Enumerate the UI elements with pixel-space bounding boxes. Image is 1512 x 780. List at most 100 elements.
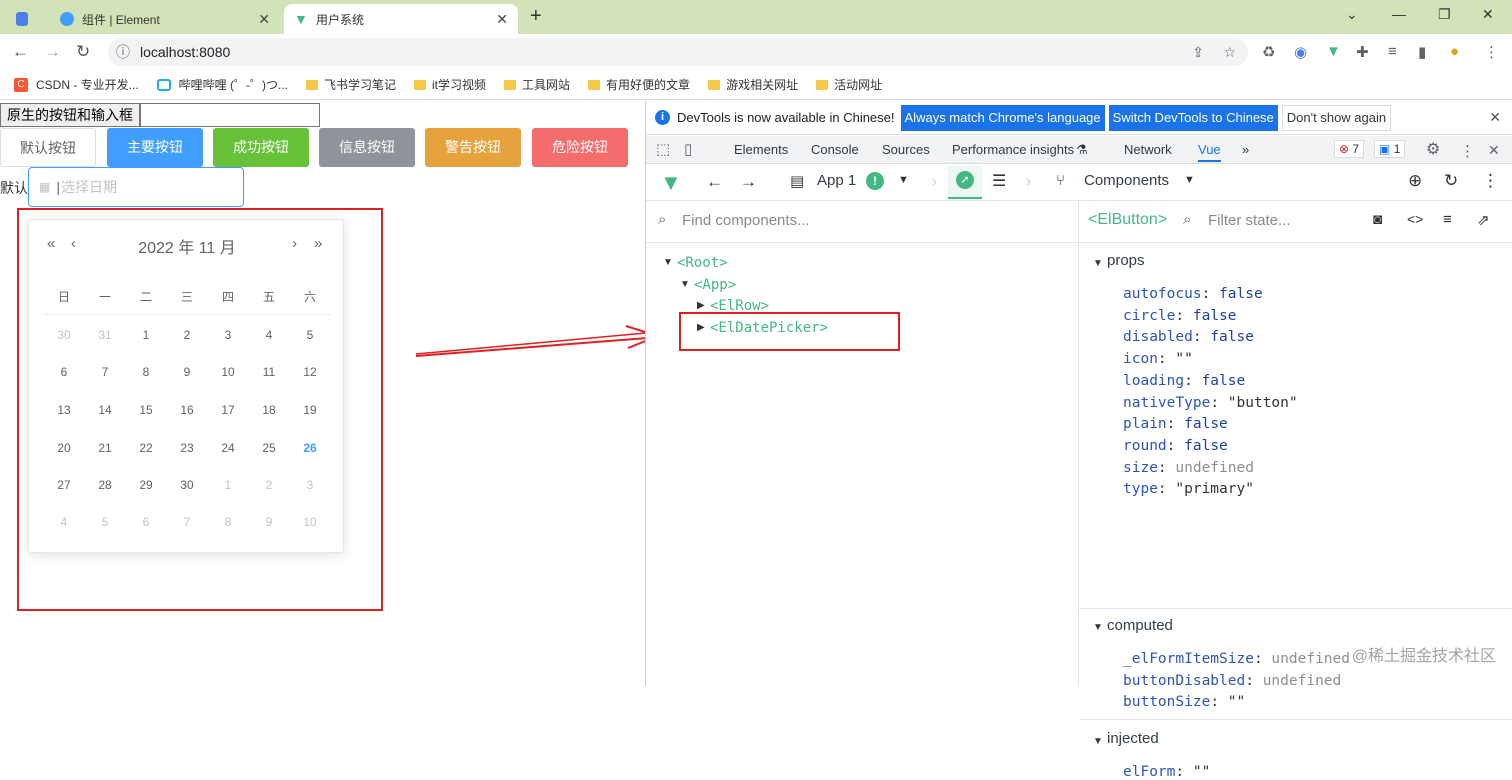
- tree-node-app[interactable]: <App>: [694, 277, 736, 293]
- back-icon[interactable]: ←: [12, 42, 29, 62]
- settings-gear-icon[interactable]: ⚙: [1426, 139, 1440, 159]
- date-picker-input[interactable]: ▦ | 选择日期: [28, 167, 244, 207]
- code-icon[interactable]: <>: [1407, 211, 1423, 227]
- scroll-to-component-icon[interactable]: ◙: [1373, 211, 1382, 228]
- close-window-icon[interactable]: ✕: [1482, 6, 1494, 23]
- info-button[interactable]: 信息按钮: [319, 128, 415, 167]
- success-button[interactable]: 成功按钮: [213, 128, 309, 167]
- tab-console[interactable]: Console: [811, 142, 859, 157]
- section-toggle-icon[interactable]: ▼: [1093, 258, 1103, 269]
- state-row[interactable]: nativeType: "button": [1123, 395, 1298, 411]
- close-devtools-icon[interactable]: ✕: [1488, 142, 1500, 159]
- media-icon[interactable]: ≡: [1388, 43, 1397, 60]
- collapse-triangle-icon[interactable]: ▶: [697, 300, 705, 311]
- close-icon[interactable]: ✕: [496, 11, 508, 28]
- tab-docs[interactable]: [6, 4, 46, 34]
- select-target-icon[interactable]: ⊕: [1408, 171, 1422, 191]
- bookmark-star-icon[interactable]: ☆: [1223, 44, 1236, 61]
- bookmark-folder[interactable]: 游戏相关网址: [708, 76, 798, 93]
- switch-chinese-button[interactable]: Switch DevTools to Chinese: [1108, 104, 1278, 131]
- reload-icon[interactable]: ↻: [76, 42, 90, 62]
- bookmark-csdn[interactable]: C CSDN - 专业开发...: [14, 76, 139, 93]
- tree-node-root[interactable]: <Root>: [677, 255, 728, 271]
- state-row[interactable]: buttonDisabled: undefined: [1123, 673, 1341, 689]
- danger-button[interactable]: 危险按钮: [532, 128, 628, 167]
- tab-performance-insights[interactable]: Performance insights: [952, 142, 1074, 157]
- section-props[interactable]: props: [1107, 252, 1145, 269]
- section-computed[interactable]: computed: [1107, 617, 1173, 634]
- chevron-down-icon[interactable]: ▼: [898, 174, 909, 186]
- state-row[interactable]: round: false: [1123, 438, 1228, 454]
- match-language-button[interactable]: Always match Chrome's language: [900, 104, 1105, 131]
- bookmark-folder[interactable]: it学习视频: [414, 76, 486, 93]
- device-toggle-icon[interactable]: ▯: [684, 140, 692, 158]
- forward-icon[interactable]: →: [740, 172, 757, 192]
- bookmark-bilibili[interactable]: 哔哩哔哩 (゜-゜)つ...: [156, 76, 288, 93]
- find-components-input[interactable]: Find components...: [682, 212, 810, 229]
- state-row[interactable]: elForm: "": [1123, 764, 1210, 780]
- native-input[interactable]: [140, 103, 320, 127]
- bookmark-folder[interactable]: 有用好便的文章: [588, 76, 690, 93]
- message-count-badge[interactable]: ▣ 1: [1374, 140, 1406, 158]
- new-tab-button[interactable]: +: [530, 5, 542, 28]
- close-icon[interactable]: ✕: [258, 11, 270, 28]
- refresh-icon[interactable]: ↻: [1444, 171, 1458, 191]
- primary-button[interactable]: 主要按钮: [107, 128, 203, 167]
- bookmark-folder[interactable]: 飞书学习笔记: [306, 76, 396, 93]
- state-row[interactable]: disabled: false: [1123, 329, 1254, 345]
- tab-sources[interactable]: Sources: [882, 142, 930, 157]
- state-row[interactable]: icon: "": [1123, 351, 1193, 367]
- components-selector[interactable]: Components: [1084, 172, 1169, 189]
- share-icon[interactable]: ⇪: [1192, 44, 1204, 61]
- address-bar[interactable]: ⓘ localhost:8080 ⇪ ☆: [108, 38, 1248, 66]
- section-toggle-icon[interactable]: ▼: [1093, 622, 1103, 633]
- profile-avatar[interactable]: ●: [1450, 43, 1459, 60]
- warning-button[interactable]: 警告按钮: [425, 128, 521, 167]
- menu-icon[interactable]: ⋮: [1484, 43, 1499, 61]
- minimize-icon[interactable]: —: [1392, 6, 1406, 22]
- open-in-editor-icon[interactable]: ⇗: [1477, 211, 1490, 229]
- more-tabs-icon[interactable]: »: [1242, 142, 1249, 157]
- expand-triangle-icon[interactable]: ▼: [680, 279, 690, 290]
- inspect-icon[interactable]: ⬚: [656, 140, 670, 158]
- tab-search-icon[interactable]: ⌄: [1346, 6, 1358, 23]
- dont-show-button[interactable]: Don't show again: [1281, 104, 1392, 131]
- state-row[interactable]: autofocus: false: [1123, 286, 1263, 302]
- state-row[interactable]: buttonSize: "": [1123, 694, 1245, 710]
- inspect-dom-icon[interactable]: ≡: [1443, 211, 1452, 228]
- sidepanel-icon[interactable]: ▮: [1418, 43, 1426, 61]
- back-icon[interactable]: ←: [706, 172, 723, 192]
- tab-vue[interactable]: Vue: [1198, 142, 1221, 162]
- extension-recycle-icon[interactable]: ♻: [1262, 43, 1275, 61]
- error-count-badge[interactable]: ⊗ 7: [1334, 140, 1365, 158]
- tab-element[interactable]: 组件 | Element ✕: [50, 4, 280, 34]
- bookmark-folder[interactable]: 工具网站: [504, 76, 570, 93]
- state-row[interactable]: plain: false: [1123, 416, 1228, 432]
- expand-triangle-icon[interactable]: ▼: [663, 257, 673, 268]
- chevron-down-icon[interactable]: ▼: [1184, 174, 1195, 186]
- state-row[interactable]: _elFormItemSize: undefined: [1123, 651, 1350, 667]
- default-button[interactable]: 默认按钮: [0, 128, 96, 167]
- tab-elements[interactable]: Elements: [734, 142, 788, 157]
- tab-user-system[interactable]: ▼ 用户系统 ✕: [284, 4, 518, 34]
- state-row[interactable]: type: "primary": [1123, 481, 1254, 497]
- app-selector[interactable]: App 1: [817, 172, 856, 189]
- section-injected[interactable]: injected: [1107, 730, 1159, 747]
- extension-icon[interactable]: ◉: [1294, 43, 1307, 61]
- state-row[interactable]: loading: false: [1123, 373, 1245, 389]
- filter-state-input[interactable]: Filter state...: [1208, 212, 1291, 229]
- devtools-menu-icon[interactable]: ⋮: [1460, 142, 1475, 160]
- native-button[interactable]: 原生的按钮和输入框: [0, 103, 140, 127]
- bookmark-folder[interactable]: 活动网址: [816, 76, 882, 93]
- extensions-puzzle-icon[interactable]: ✚: [1356, 43, 1369, 61]
- more-icon[interactable]: ⋮: [1482, 171, 1499, 191]
- tab-network[interactable]: Network: [1124, 142, 1172, 157]
- vue-devtools-icon[interactable]: ▼: [1326, 43, 1341, 60]
- section-toggle-icon[interactable]: ▼: [1093, 736, 1103, 747]
- forward-icon[interactable]: →: [44, 42, 61, 62]
- maximize-icon[interactable]: ❐: [1438, 6, 1451, 23]
- timeline-icon[interactable]: ☰: [992, 171, 1006, 191]
- state-row[interactable]: size: undefined: [1123, 460, 1254, 476]
- close-icon[interactable]: ✕: [1489, 109, 1501, 126]
- state-row[interactable]: circle: false: [1123, 308, 1237, 324]
